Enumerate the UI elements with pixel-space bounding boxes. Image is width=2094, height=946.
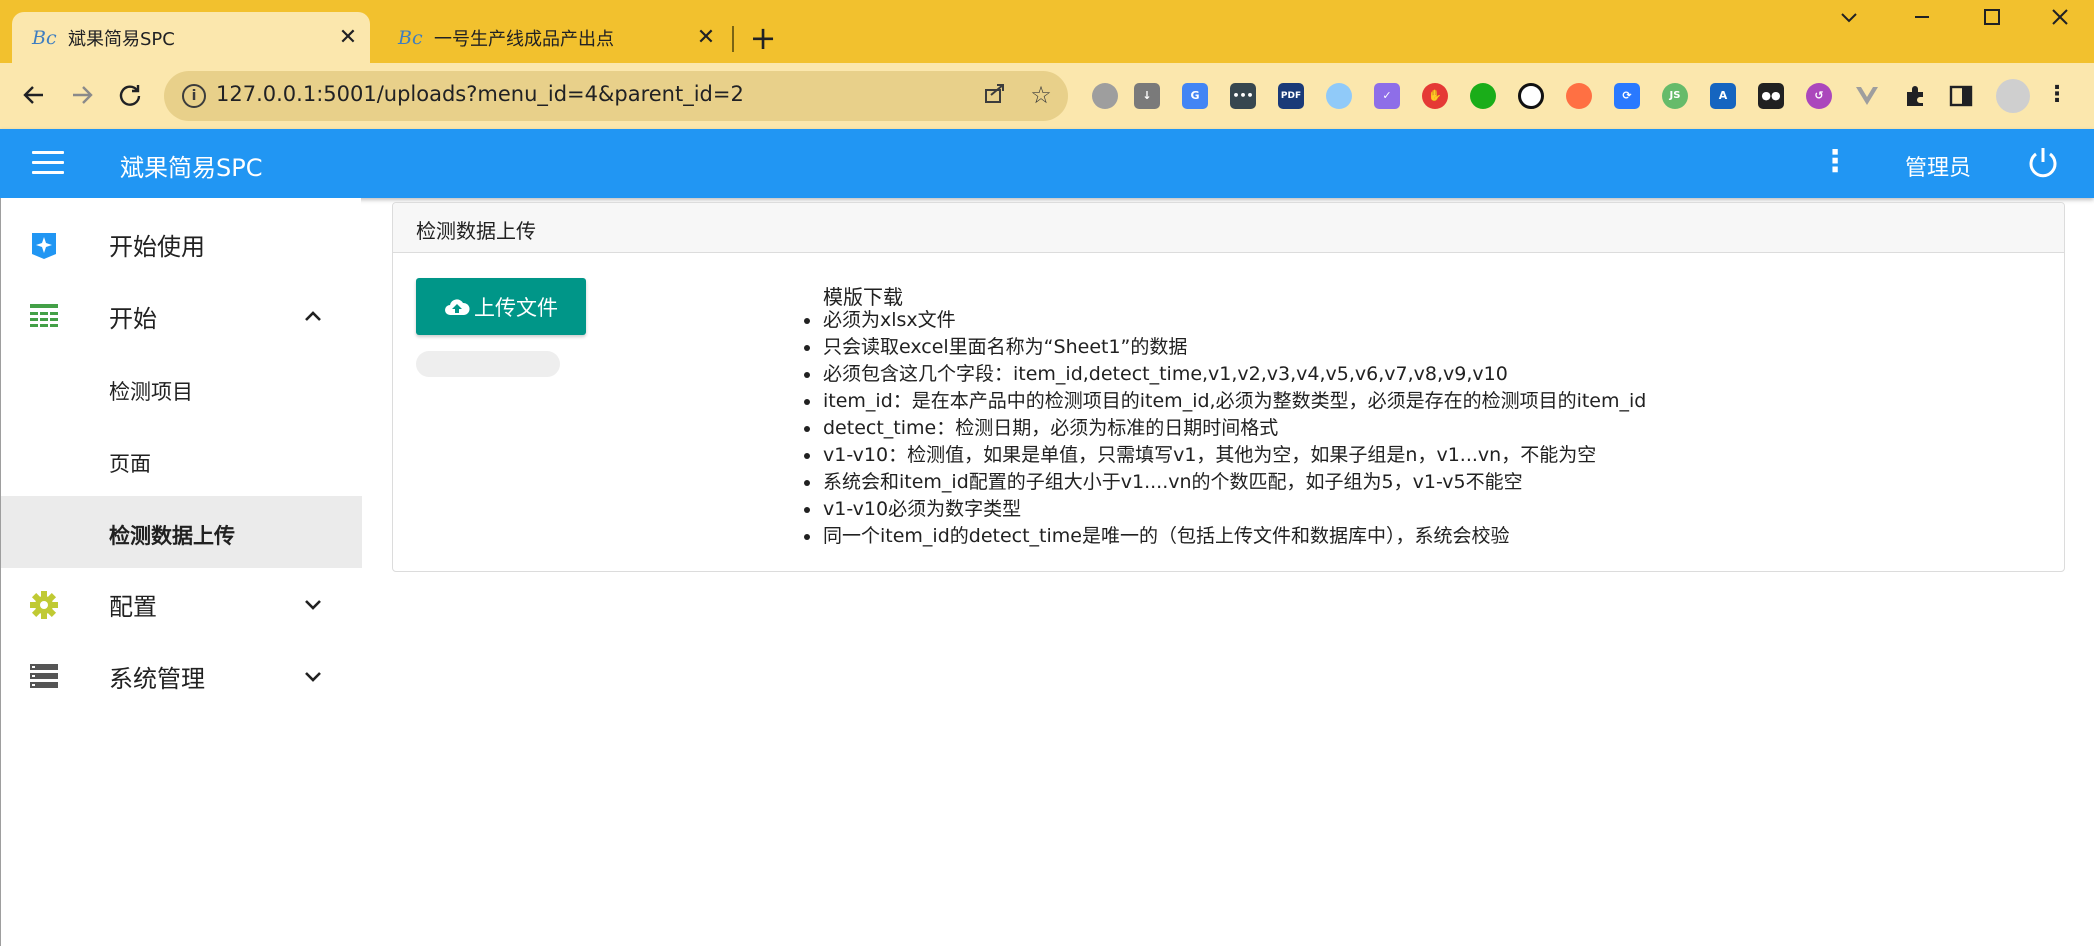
url-text: 127.0.0.1:5001/uploads?menu_id=4&parent_… <box>216 82 744 106</box>
close-tab-icon[interactable]: ✕ <box>690 25 722 50</box>
dots-ext-icon[interactable]: ••• <box>1230 83 1256 109</box>
server-icon <box>29 662 59 690</box>
chat-ext-icon[interactable] <box>1470 83 1496 109</box>
rule-item: v1-v10必须为数字类型 <box>803 496 1646 523</box>
puzzle-icon[interactable] <box>1902 83 1928 109</box>
pdf-ext-icon[interactable]: PDF <box>1278 83 1304 109</box>
sidebar-item-getting-started[interactable]: 开始使用 <box>1 208 362 280</box>
extensions-strip: ↓ G ••• PDF ✓ ✋ ⟳ JS A ●● ↺ ⋮ <box>1082 71 2090 121</box>
maximize-icon[interactable] <box>1972 6 2012 34</box>
upload-progress-bar <box>416 351 560 377</box>
chevron-down-icon[interactable] <box>303 666 323 686</box>
browser-tab-inactive[interactable]: Bc 一号生产线成品产出点 ✕ <box>378 12 728 63</box>
app-header: 斌果简易SPC ⋮ 管理员 <box>0 129 2094 198</box>
spark-badge-icon <box>29 230 59 259</box>
circle-ext-icon[interactable] <box>1092 83 1118 109</box>
sidebar-subitem-label: 页面 <box>109 452 151 476</box>
tab-favicon: Bc <box>398 26 423 49</box>
sidebar-item-start[interactable]: 开始 <box>1 280 362 352</box>
cloud-upload-icon <box>445 298 470 315</box>
rule-item: 系统会和item_id配置的子组大小于v1....vn的个数匹配，如子组为5，v… <box>803 469 1646 496</box>
more-options-icon[interactable]: ⋮ <box>1820 145 1850 179</box>
user-name[interactable]: 管理员 <box>1905 150 1971 182</box>
sidebar-item-label: 开始使用 <box>109 232 205 261</box>
font-ext-icon[interactable]: A <box>1710 83 1736 109</box>
rule-item: detect_time：检测日期，必须为标准的日期时间格式 <box>803 415 1646 442</box>
template-download-link[interactable]: 模版下载 <box>823 281 903 310</box>
tab-favicon: Bc <box>32 26 57 49</box>
close-tab-icon[interactable]: ✕ <box>332 25 364 50</box>
rule-item: 同一个item_id的detect_time是唯一的（包括上传文件和数据库中），… <box>803 523 1646 550</box>
table-icon <box>29 302 59 330</box>
back-icon[interactable] <box>14 75 54 115</box>
card-header: 检测数据上传 <box>393 203 2064 253</box>
history-ext-icon[interactable]: ↺ <box>1806 83 1832 109</box>
chevron-up-icon[interactable] <box>303 306 323 326</box>
minimize-icon[interactable] <box>1902 6 1942 34</box>
tab-title: 斌果简易SPC <box>68 28 175 50</box>
forward-icon[interactable] <box>62 75 102 115</box>
js-ext-icon[interactable]: JS <box>1662 83 1688 109</box>
tab-title: 一号生产线成品产出点 <box>434 28 614 50</box>
sidebar: 开始使用 开始 检测项目 页面 检测数据上传 配置 系统管理 <box>0 198 362 946</box>
translate-ext-icon[interactable]: G <box>1182 83 1208 109</box>
rule-item: v1-v10：检测值，如果是单值，只需填写v1，其他为空，如果子组是n，v1..… <box>803 442 1646 469</box>
app-title: 斌果简易SPC <box>120 154 263 182</box>
sidebar-item-label: 系统管理 <box>109 664 205 693</box>
download-ext-icon[interactable]: ↓ <box>1134 83 1160 109</box>
reload-icon[interactable] <box>110 75 150 115</box>
kebab-menu-icon[interactable]: ⋮ <box>2044 83 2070 109</box>
sidebar-subitem-pages[interactable]: 页面 <box>1 424 362 496</box>
rule-item: item_id：是在本产品中的检测项目的item_id,必须为整数类型，必须是存… <box>803 388 1646 415</box>
gear-icon <box>29 590 59 619</box>
tab-search-icon[interactable] <box>1829 6 1869 34</box>
menu-toggle-icon[interactable] <box>32 151 64 175</box>
sidebar-subitem-data-upload[interactable]: 检测数据上传 <box>1 496 362 568</box>
new-tab-icon[interactable]: + <box>748 18 778 58</box>
address-bar[interactable]: i 127.0.0.1:5001/uploads?menu_id=4&paren… <box>164 71 1068 121</box>
sidebar-subitem-label: 检测数据上传 <box>109 524 235 548</box>
upload-card: 检测数据上传 上传文件 模版下载 必须为xlsx文件 只会读取excel里面名称为… <box>392 202 2065 572</box>
browser-tab-bar: Bc 斌果简易SPC ✕ Bc 一号生产线成品产出点 ✕ + <box>0 0 2094 63</box>
browser-toolbar: i 127.0.0.1:5001/uploads?menu_id=4&paren… <box>0 63 2094 129</box>
sidebar-subitem-label: 检测项目 <box>109 380 193 404</box>
site-info-icon[interactable]: i <box>182 84 206 108</box>
sidebar-subitem-detect-items[interactable]: 检测项目 <box>1 352 362 424</box>
logout-power-icon[interactable] <box>2026 145 2060 181</box>
bookmark-star-icon[interactable]: ☆ <box>1026 81 1056 109</box>
orange-ext-icon[interactable] <box>1566 83 1592 109</box>
chevron-down-icon[interactable] <box>303 594 323 614</box>
glasses-ext-icon[interactable]: ●● <box>1758 83 1784 109</box>
share-icon[interactable] <box>980 81 1010 111</box>
profile-avatar[interactable] <box>1996 79 2030 113</box>
browser-tab-active[interactable]: Bc 斌果简易SPC ✕ <box>12 12 370 63</box>
close-window-icon[interactable] <box>2040 6 2080 34</box>
sidebar-item-label: 开始 <box>109 304 157 333</box>
rule-item: 必须包含这几个字段：item_id,detect_time,v1,v2,v3,v… <box>803 361 1646 388</box>
vue-ext-icon[interactable] <box>1854 83 1880 109</box>
sidebar-item-label: 配置 <box>109 592 157 621</box>
rule-item: 必须为xlsx文件 <box>803 307 1646 334</box>
upload-file-label: 上传文件 <box>474 295 558 320</box>
upload-rules-list: 必须为xlsx文件 只会读取excel里面名称为“Sheet1”的数据 必须包含这几… <box>803 307 1646 550</box>
block-ext-icon[interactable] <box>1518 83 1544 109</box>
sidepanel-icon[interactable] <box>1948 83 1974 109</box>
sidebar-item-system-admin[interactable]: 系统管理 <box>1 640 362 712</box>
rule-item: 只会读取excel里面名称为“Sheet1”的数据 <box>803 334 1646 361</box>
shield-ext-icon[interactable]: ✋ <box>1422 83 1448 109</box>
check-ext-icon[interactable]: ✓ <box>1374 83 1400 109</box>
sidebar-item-config[interactable]: 配置 <box>1 568 362 640</box>
card-title: 检测数据上传 <box>416 219 536 243</box>
upload-file-button[interactable]: 上传文件 <box>416 278 586 335</box>
feather-ext-icon[interactable] <box>1326 83 1352 109</box>
sync-ext-icon[interactable]: ⟳ <box>1614 83 1640 109</box>
tab-separator <box>732 26 734 52</box>
